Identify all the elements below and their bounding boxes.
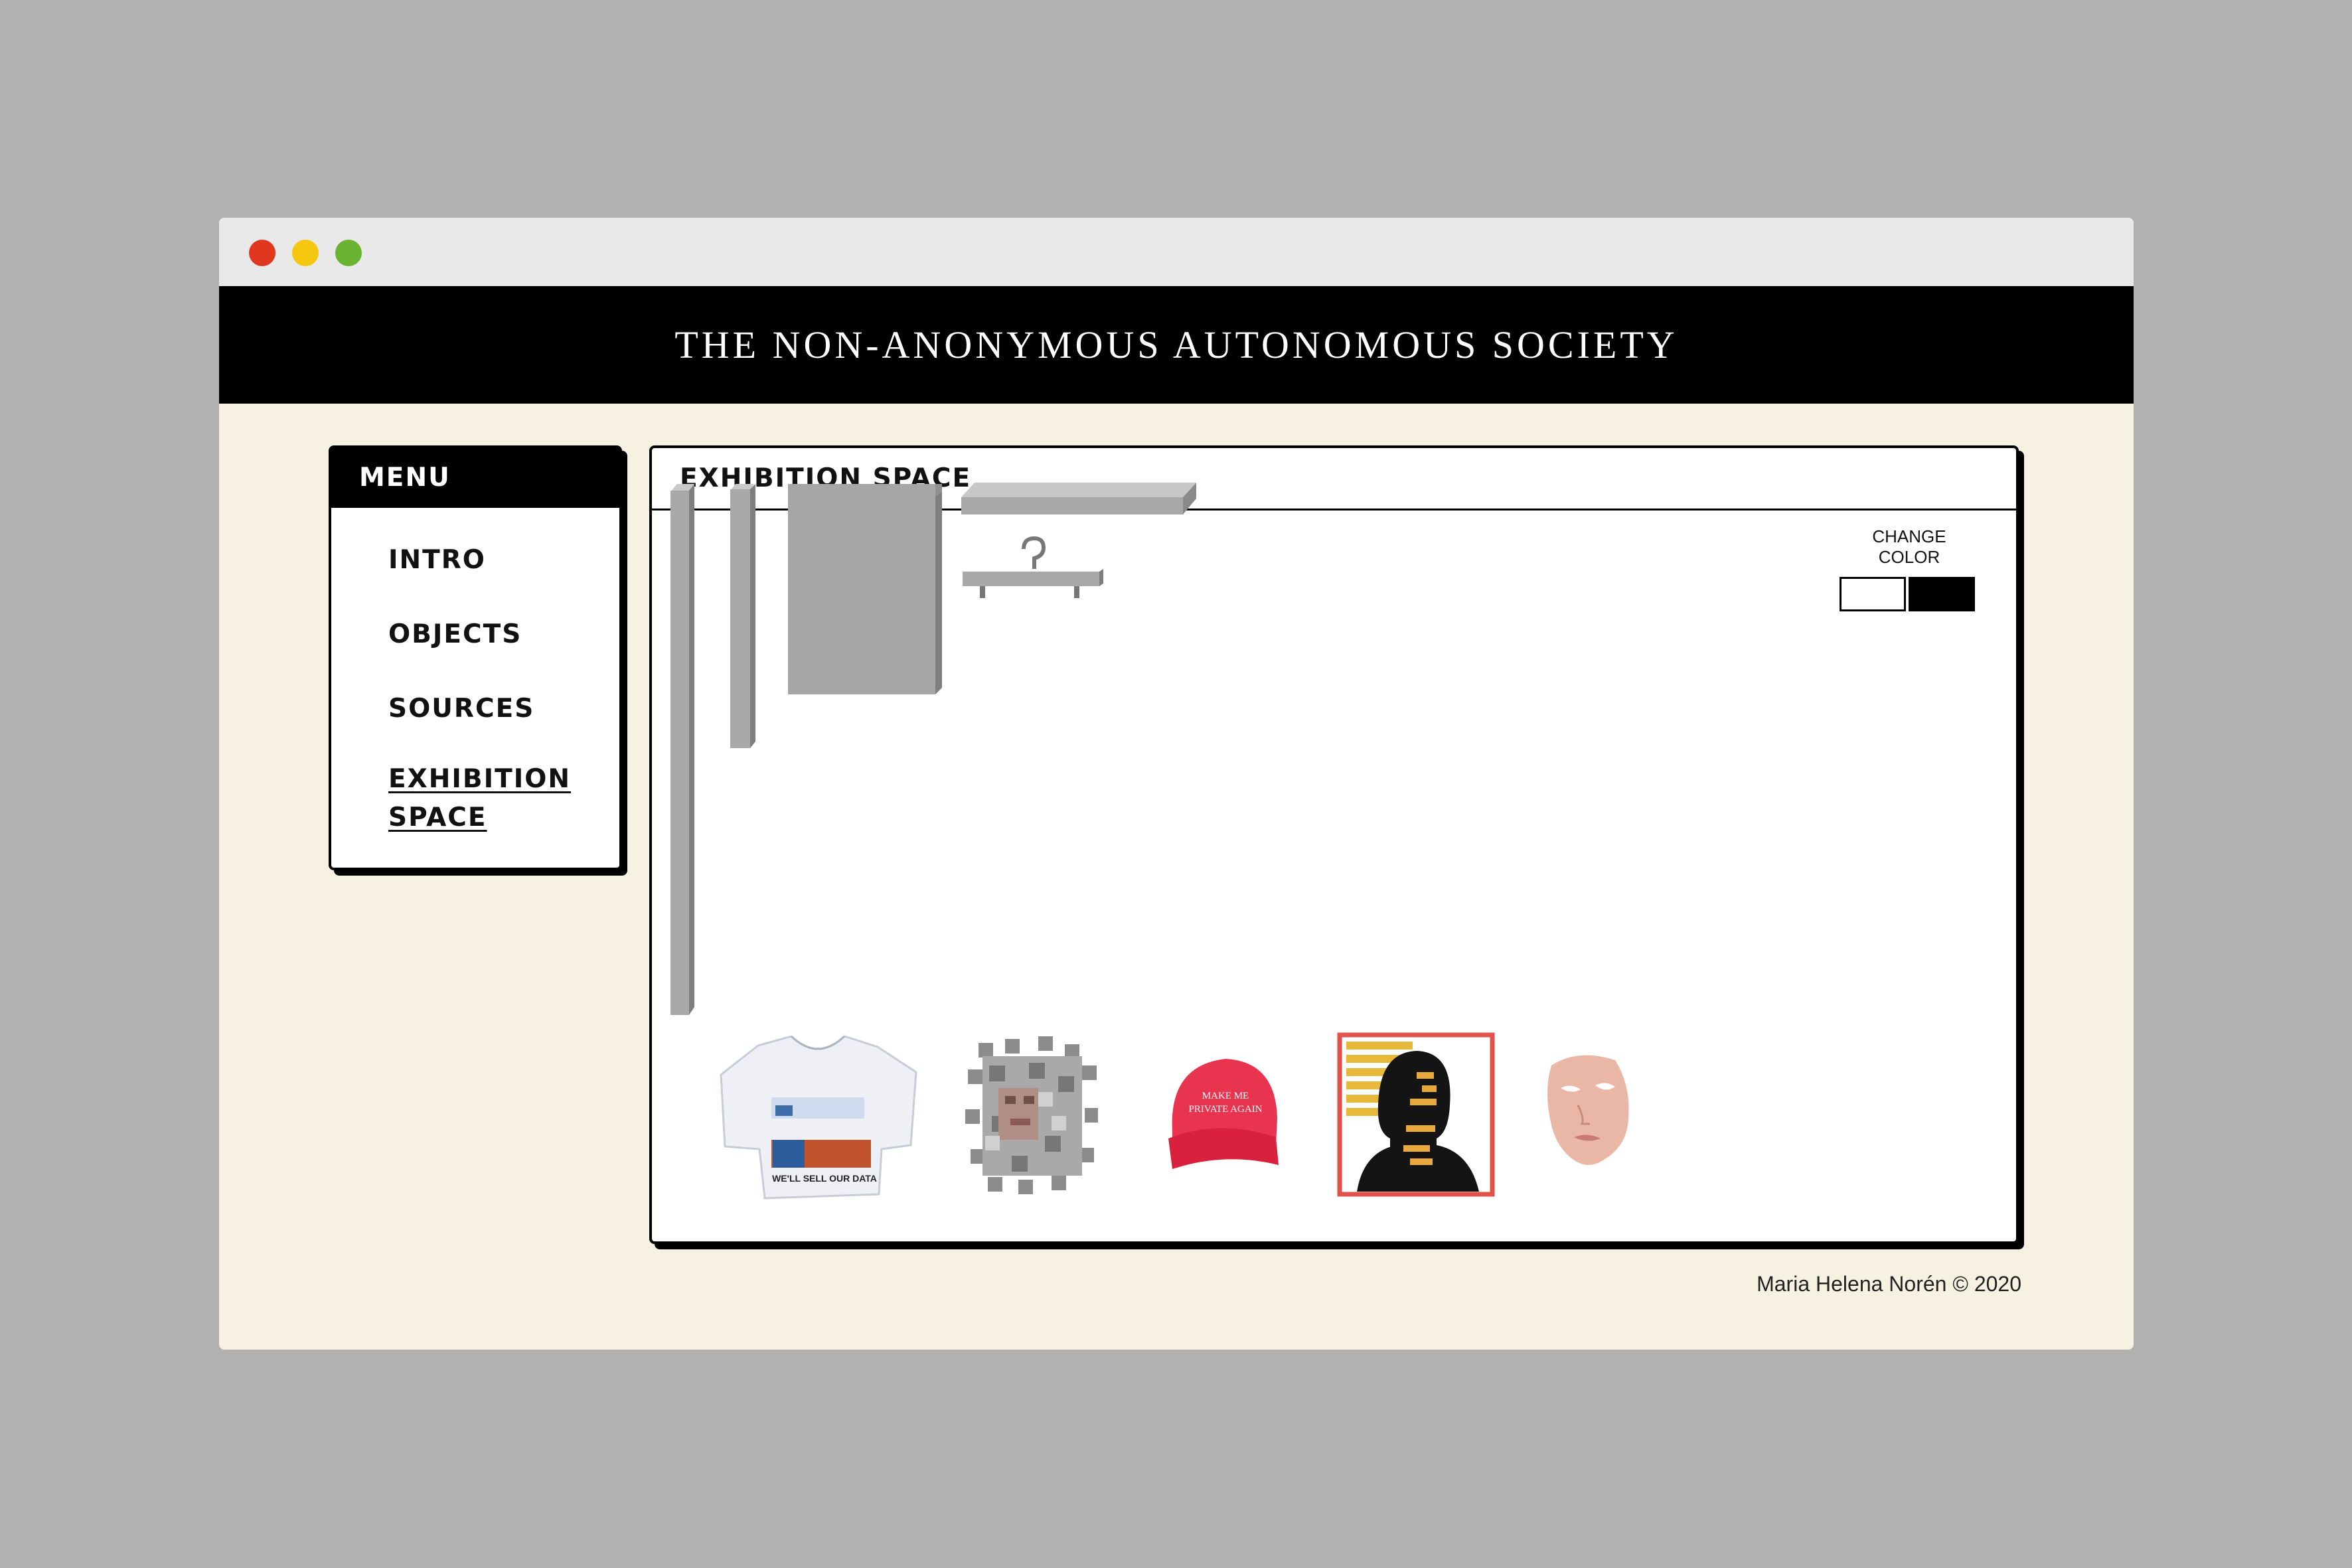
menu-title: MENU [331, 448, 619, 508]
face-recognition-print-object[interactable] [1337, 1032, 1496, 1198]
close-window-button[interactable] [249, 240, 275, 266]
menu-item-sources[interactable]: SOURCES [388, 690, 588, 728]
menu-list: INTRO OBJECTS SOURCES EXHIBITION SPACE [331, 508, 619, 837]
shelf-icon[interactable] [961, 483, 1200, 522]
display-board[interactable] [788, 484, 947, 696]
maximize-window-button[interactable] [335, 240, 362, 266]
minimize-window-button[interactable] [292, 240, 319, 266]
footer-credit: Maria Helena Norén © 2020 [1757, 1272, 2021, 1296]
site-title: THE NON-ANONYMOUS AUTONOMOUS SOCIETY [674, 323, 1678, 366]
t-shirt-object[interactable]: WE'LL SELL OUR DATA [712, 1032, 924, 1205]
clothes-hanger-icon[interactable] [961, 534, 1107, 607]
pixelated-portrait-object[interactable] [965, 1036, 1098, 1196]
site-header: THE NON-ANONYMOUS AUTONOMOUS SOCIETY [219, 286, 2134, 404]
menu-item-exhibition-space[interactable]: EXHIBITION SPACE [388, 760, 588, 837]
menu-item-objects[interactable]: OBJECTS [388, 615, 588, 654]
face-mask-object[interactable] [1531, 1046, 1638, 1178]
window-titlebar [219, 218, 2134, 286]
change-color-control: CHANGE COLOR [1840, 526, 1979, 611]
color-swatches [1840, 577, 1979, 611]
red-cap-object[interactable]: MAKE ME PRIVATE AGAIN [1159, 1052, 1292, 1178]
tall-wall-panel[interactable] [670, 484, 697, 1015]
t-shirt-print-text: WE'LL SELL OUR DATA [772, 1173, 877, 1184]
cap-text-line-2: PRIVATE AGAIN [1189, 1104, 1263, 1115]
menu-panel: MENU INTRO OBJECTS SOURCES EXHIBITION SP… [329, 445, 622, 870]
cap-text-line-1: MAKE ME [1202, 1091, 1249, 1101]
exhibition-panel: EXHIBITION SPACE CHANGE COLOR WE'LL SELL… [649, 445, 2019, 1244]
white-color-swatch[interactable] [1840, 577, 1906, 611]
menu-item-intro[interactable]: INTRO [388, 541, 588, 580]
browser-window: THE NON-ANONYMOUS AUTONOMOUS SOCIETY MEN… [219, 218, 2134, 1350]
change-color-label: CHANGE COLOR [1872, 526, 1946, 567]
black-color-swatch[interactable] [1909, 577, 1975, 611]
narrow-wall-panel[interactable] [730, 484, 757, 749]
